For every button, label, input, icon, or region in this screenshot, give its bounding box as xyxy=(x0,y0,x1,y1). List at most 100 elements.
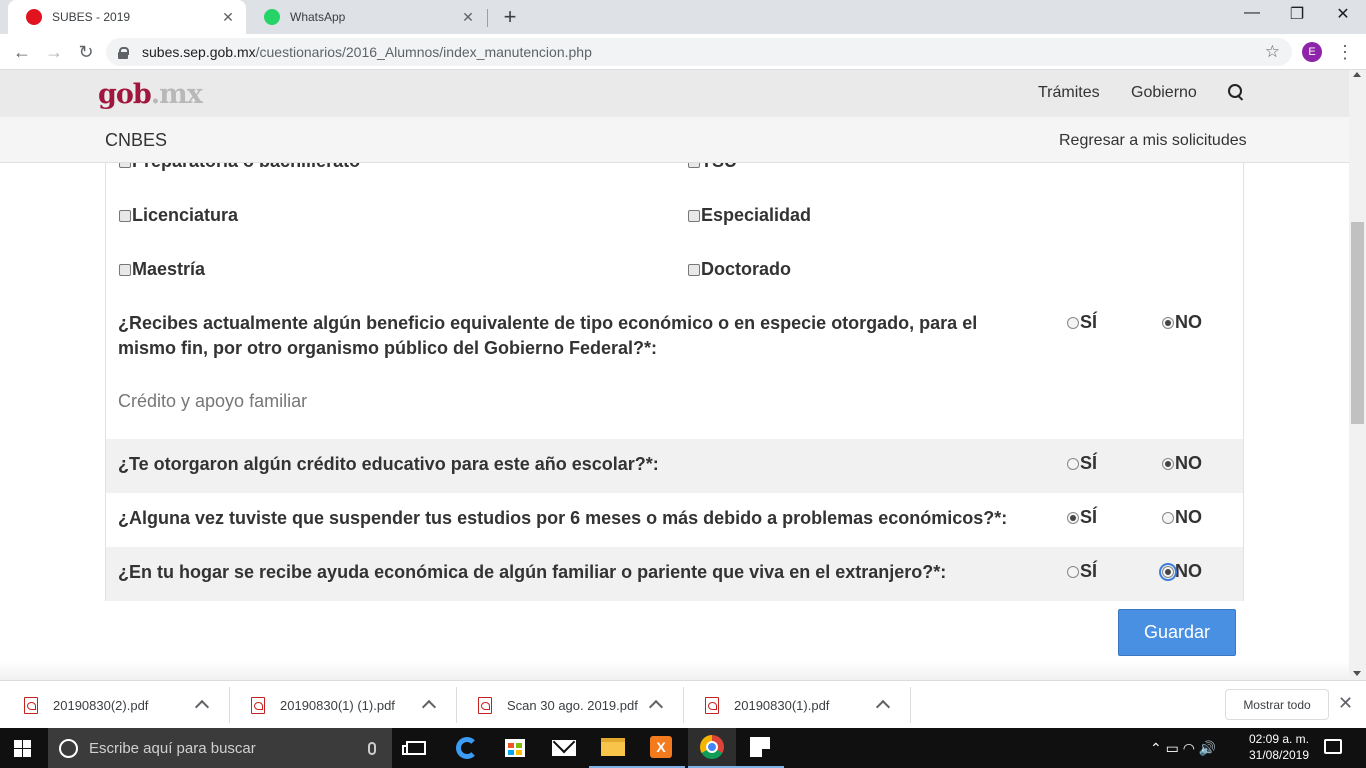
tab-whatsapp[interactable]: WhatsApp ✕ xyxy=(246,0,486,34)
tab-separator xyxy=(487,9,488,27)
taskbar-app-store[interactable] xyxy=(491,728,539,768)
scroll-up-arrow-icon[interactable] xyxy=(1353,72,1361,77)
edge-icon xyxy=(456,737,478,759)
tab-subes[interactable]: SUBES - 2019 ✕ xyxy=(8,0,246,34)
store-icon xyxy=(505,739,525,757)
download-filename: 20190830(1).pdf xyxy=(734,697,830,713)
microphone-icon[interactable] xyxy=(368,741,376,755)
option-label: SÍ xyxy=(1080,507,1098,527)
browser-tab-strip: SUBES - 2019 ✕ WhatsApp ✕ + — ❐ ✕ xyxy=(0,0,1366,34)
question-text: ¿Te otorgaron algún crédito educativo pa… xyxy=(118,454,659,474)
profile-avatar[interactable]: E xyxy=(1302,42,1322,62)
checkbox-especialidad[interactable]: Especialidad xyxy=(688,205,811,226)
nav-tramites-link[interactable]: Trámites xyxy=(1038,84,1100,102)
scrollbar-thumb[interactable] xyxy=(1351,222,1364,424)
close-window-button[interactable]: ✕ xyxy=(1320,4,1366,24)
radio-no[interactable] xyxy=(1162,316,1174,329)
chevron-up-icon[interactable] xyxy=(421,699,437,715)
checkbox-icon[interactable] xyxy=(119,209,131,222)
section-subtitle: Crédito y apoyo familiar xyxy=(118,391,308,411)
browser-menu-icon[interactable]: ⋮ xyxy=(1335,40,1355,64)
nav-gobierno-link[interactable]: Gobierno xyxy=(1131,84,1197,102)
chevron-up-icon[interactable] xyxy=(194,699,210,715)
bookmark-star-icon[interactable]: ☆ xyxy=(1265,42,1280,62)
action-center-icon[interactable] xyxy=(1324,739,1342,754)
option-si[interactable]: SÍ xyxy=(1067,312,1097,333)
sticky-notes-icon xyxy=(750,737,770,757)
option-label: NO xyxy=(1175,312,1202,332)
close-downloads-icon[interactable]: ✕ xyxy=(1338,693,1353,714)
task-view-button[interactable] xyxy=(392,728,440,768)
option-si[interactable]: SÍ xyxy=(1067,561,1097,582)
option-no[interactable]: NO xyxy=(1162,312,1202,333)
download-filename: 20190830(2).pdf xyxy=(53,697,149,713)
checkbox-icon[interactable] xyxy=(688,209,700,222)
checkbox-icon[interactable] xyxy=(688,263,700,276)
option-label: NO xyxy=(1175,561,1202,581)
download-item[interactable]: 20190830(1) (1).pdf xyxy=(231,687,457,723)
option-label: SÍ xyxy=(1080,453,1098,473)
windows-taskbar: Escribe aquí para buscar X ⌃ ▭ ◠ 🔊 02:09… xyxy=(0,728,1366,768)
radio-si[interactable] xyxy=(1067,565,1079,578)
radio-si[interactable] xyxy=(1067,511,1079,524)
pdf-icon xyxy=(478,696,492,714)
restore-button[interactable]: ❐ xyxy=(1274,4,1320,24)
radio-no[interactable] xyxy=(1159,562,1177,581)
option-label: SÍ xyxy=(1080,312,1098,332)
question-text: ¿Recibes actualmente algún beneficio equ… xyxy=(118,313,978,358)
chevron-up-icon[interactable] xyxy=(648,699,664,715)
option-label: NO xyxy=(1175,507,1202,527)
radio-si[interactable] xyxy=(1067,457,1079,470)
save-button[interactable]: Guardar xyxy=(1118,609,1236,656)
checkbox-doctorado[interactable]: Doctorado xyxy=(688,259,791,280)
option-no[interactable]: NO xyxy=(1162,507,1202,528)
taskbar-app-sticky-notes[interactable] xyxy=(736,728,784,768)
back-to-requests-link[interactable]: Regresar a mis solicitudes xyxy=(1059,132,1247,150)
checkbox-label: Licenciatura xyxy=(132,205,239,225)
chevron-up-icon[interactable] xyxy=(875,699,891,715)
taskbar-search-box[interactable]: Escribe aquí para buscar xyxy=(48,728,392,768)
download-item[interactable]: 20190830(1).pdf xyxy=(685,687,911,723)
reload-button[interactable]: ↻ xyxy=(74,40,98,64)
download-item[interactable]: Scan 30 ago. 2019.pdf xyxy=(458,687,684,723)
new-tab-button[interactable]: + xyxy=(498,4,522,30)
taskbar-app-mail[interactable] xyxy=(540,728,588,768)
radio-si[interactable] xyxy=(1067,316,1079,329)
download-item[interactable]: 20190830(2).pdf xyxy=(4,687,230,723)
taskbar-app-chrome[interactable] xyxy=(688,728,736,768)
tab-close-icon[interactable]: ✕ xyxy=(220,9,236,26)
checkbox-label: Doctorado xyxy=(701,259,791,279)
radio-no[interactable] xyxy=(1162,511,1174,524)
whatsapp-favicon-icon xyxy=(264,9,280,25)
option-no[interactable]: NO xyxy=(1162,453,1202,474)
minimize-button[interactable]: — xyxy=(1229,4,1275,22)
windows-start-icon[interactable] xyxy=(14,740,31,757)
page-scrollbar[interactable] xyxy=(1349,70,1366,680)
pdf-icon xyxy=(705,696,719,714)
question-row-suspension: ¿Alguna vez tuviste que suspender tus es… xyxy=(106,493,1243,547)
back-button[interactable]: ← xyxy=(10,40,34,64)
taskbar-app-edge[interactable] xyxy=(443,728,491,768)
tab-title: SUBES - 2019 xyxy=(52,10,131,24)
pdf-icon xyxy=(24,696,38,714)
tab-close-icon[interactable]: ✕ xyxy=(460,9,476,26)
address-bar[interactable]: subes.sep.gob.mx/cuestionarios/2016_Alum… xyxy=(106,38,1292,66)
search-icon[interactable] xyxy=(1228,84,1246,102)
checkbox-licenciatura[interactable]: Licenciatura xyxy=(119,205,238,226)
option-si[interactable]: SÍ xyxy=(1067,453,1097,474)
page-title: CNBES xyxy=(105,130,168,150)
option-si[interactable]: SÍ xyxy=(1067,507,1097,528)
show-all-downloads-button[interactable]: Mostrar todo xyxy=(1225,689,1329,720)
taskbar-app-xampp[interactable]: X xyxy=(637,728,685,768)
system-tray-icons[interactable]: ⌃ ▭ ◠ 🔊 xyxy=(1150,728,1216,768)
taskbar-app-explorer[interactable] xyxy=(589,728,637,768)
file-explorer-icon xyxy=(601,738,625,756)
gob-mx-logo[interactable]: gob.mx xyxy=(98,79,203,110)
option-no[interactable]: NO xyxy=(1159,561,1202,582)
forward-button[interactable]: → xyxy=(42,40,66,64)
radio-no[interactable] xyxy=(1162,457,1174,470)
checkbox-icon[interactable] xyxy=(119,263,131,276)
taskbar-clock[interactable]: 02:09 a. m. 31/08/2019 xyxy=(1244,731,1314,763)
scroll-down-arrow-icon[interactable] xyxy=(1353,671,1361,676)
checkbox-maestria[interactable]: Maestría xyxy=(119,259,205,280)
